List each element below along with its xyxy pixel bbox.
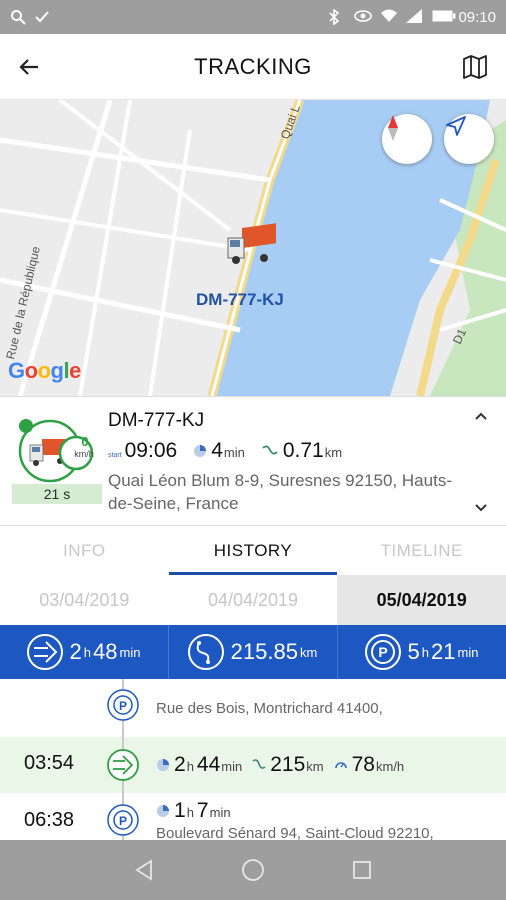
nav-back-icon[interactable] [129,855,159,885]
history-summary: 2h 48 min 215.85 km P 5h 21 min [0,625,506,679]
tab-history[interactable]: HISTORY [168,527,338,575]
parking-hours: 5 [407,639,420,664]
app-bar: TRACKING [0,34,506,100]
vehicle-plate-label: DM-777-KJ [196,290,284,309]
clock-icon [157,805,169,817]
page-title: TRACKING [194,53,312,79]
wifi-icon [380,9,398,25]
google-logo: Google [8,358,81,383]
speed-value: 0 [81,434,89,449]
nav-home-icon[interactable] [238,855,268,885]
distance-value: 0.71 [282,439,324,462]
svg-text:P: P [119,699,127,713]
status-bar: 09:10 [0,0,506,34]
vehicle-info-panel[interactable]: 0 km/h 21 s DM-777-KJ start 09:06 4 min … [0,396,506,526]
map-view[interactable]: Rue de la République Quai L D1 DM-777-KJ… [0,100,506,396]
clock-icon [157,759,169,771]
speedometer-icon [334,762,347,769]
status-time: 09:10 [458,8,496,26]
list-item[interactable]: 06:38 P 1h 7 min Boulevard Sénard 94, Sai… [0,793,506,840]
location-address: Boulevard Sénard 94, Saint-Cloud 92210, [156,825,434,840]
summary-driving: 2h 48 min [0,625,169,679]
chevron-up-icon[interactable] [470,405,492,427]
compass-button[interactable] [382,114,432,164]
distance-unit: km [324,445,343,460]
locate-button[interactable] [444,114,494,164]
vehicle-address: Quai Léon Blum 8-9, Suresnes 92150, Haut… [108,471,452,513]
route-icon [252,759,266,769]
duration-value: 4 [211,439,223,462]
driving-arrow-icon [107,749,139,781]
date-selector: 03/04/2019 04/04/2019 05/04/2019 [0,575,506,625]
list-item[interactable]: P Rue des Bois, Montrichard 41400, [0,687,506,737]
route-icon [262,445,278,455]
parking-icon: P [364,634,401,670]
bluetooth-icon [328,8,344,26]
check-icon [34,9,50,25]
location-address: Rue des Bois, Montrichard 41400, [156,700,383,717]
route-icon [187,634,224,670]
svg-text:P: P [378,644,387,660]
history-list[interactable]: P Rue des Bois, Montrichard 41400, 03:54… [0,679,506,840]
tab-timeline[interactable]: TIMELINE [337,527,506,575]
start-label: start [108,452,122,459]
delay-badge: 21 s [12,484,102,504]
signal-icon [406,9,423,25]
parking-icon: P [107,804,139,836]
summary-distance: 215.85 km [169,625,338,679]
clock-icon [194,445,207,457]
map-view-icon[interactable] [460,52,490,82]
vehicle-status-avatar: 0 km/h [18,419,94,483]
date-option-selected[interactable]: 05/04/2019 [337,575,506,625]
duration-unit: min [223,445,245,460]
back-arrow-icon[interactable] [14,52,44,82]
vehicle-name: DM-777-KJ [108,410,205,431]
date-option[interactable]: 04/04/2019 [169,575,338,625]
system-nav-bar [0,840,506,900]
navigation-arrow-icon [446,116,466,136]
nav-recents-icon[interactable] [347,855,377,885]
tab-bar: INFO HISTORY TIMELINE [0,527,506,575]
vehicle-stats: start 09:06 4 min 0.71 km [108,439,358,463]
driving-stats: 2h 44 min 215 km 78 km/h [156,753,414,777]
search-icon [10,9,26,25]
parking-stats: 1h 7 min [156,799,241,823]
tab-info[interactable]: INFO [0,527,169,575]
driving-hours: 2 [69,639,82,664]
parking-minutes: 21 [431,639,456,664]
summary-parking: P 5h 21 min [338,625,506,679]
speed-unit: km/h [74,449,94,459]
chevron-down-icon[interactable] [470,497,492,519]
parking-icon: P [107,689,139,721]
event-time: 06:38 [24,809,75,831]
battery-icon [432,9,456,25]
event-time: 03:54 [24,752,75,774]
date-option[interactable]: 03/04/2019 [0,575,169,625]
driving-minutes: 48 [93,639,118,664]
total-distance: 215.85 [230,639,298,664]
eye-icon [354,9,373,25]
last-time: 09:06 [124,439,178,462]
compass-icon [388,115,398,141]
driving-arrow-icon [26,634,63,670]
svg-text:P: P [119,814,127,828]
list-item-driving[interactable]: 03:54 2h 44 min 215 km 78 km/h [0,737,506,793]
